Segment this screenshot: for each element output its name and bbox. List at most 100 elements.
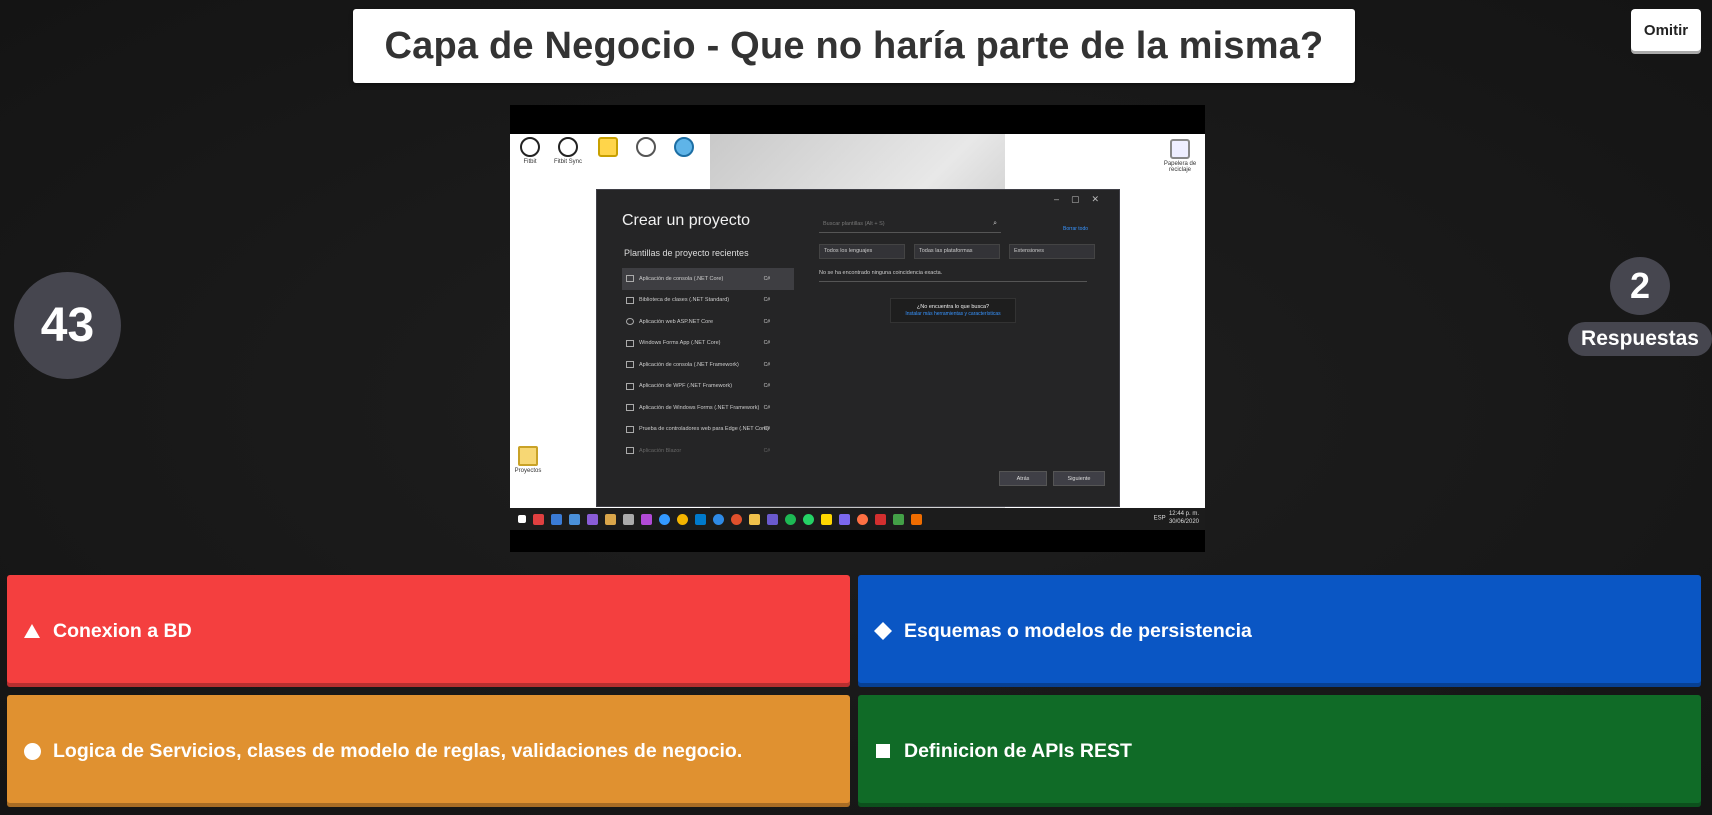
search-placeholder: Buscar plantillas (Alt + S) [823,221,885,227]
globe-icon [626,318,634,326]
app-icon [605,513,616,525]
template-lang: C# [763,404,770,411]
template-name: Aplicación de WPF (.NET Framework) [639,383,733,390]
app-icon [893,513,904,525]
desktop-icon [628,137,664,159]
answer-option-triangle[interactable]: Conexion a BD [7,575,850,687]
visual-studio-icon [767,513,778,525]
fitbit-icon [520,137,540,157]
triangle-icon [23,622,41,640]
help-link: Instalar más herramientas y característi… [905,311,1001,317]
template-lang: C# [763,318,770,325]
mail-icon [551,513,562,525]
desktop-icon: Proyectos [510,446,546,474]
console-icon [626,361,634,369]
desktop-icon: Fitbit Sync [550,137,586,165]
window-icon [626,382,634,390]
desktop-icon [666,137,702,159]
app-icon [623,513,634,525]
answer-option-square[interactable]: Definicion de APIs REST [858,695,1701,807]
next-button: Siguiente [1053,471,1105,486]
answer-text: Conexion a BD [53,619,192,642]
tray-date: 30/06/2020 [1168,519,1199,525]
window-icon [626,339,634,347]
console-icon [626,275,634,283]
app-icon [911,513,922,525]
list-item: Aplicación de Windows Forms (.NET Framew… [622,397,794,419]
question-bar: Capa de Negocio - Que no haría parte de … [353,9,1355,83]
tray-clock: 12:44 p. m. 30/06/2020 [1169,510,1199,526]
tray-lang: ESP [1153,515,1166,522]
whatsapp-icon [803,513,814,525]
chrome-icon [677,513,688,525]
fitbit-sync-icon [558,137,578,157]
desktop-icon-label: Fitbit [523,159,537,165]
desktop-icon [590,137,626,159]
opera-icon [731,513,742,525]
tray-time: 12:44 p. m. [1168,511,1199,517]
windows-taskbar: ESP 12:44 p. m. 30/06/2020 [510,508,1205,530]
list-item: Windows Forms App (.NET Core) C# [622,333,794,355]
vscode-icon [695,513,706,525]
diamond-icon [874,622,892,640]
visual-studio-icon [641,513,652,525]
browser-icon [713,513,724,525]
template-name: Biblioteca de clases (.NET Standard) [639,297,730,304]
answer-text: Esquemas o modelos de persistencia [904,619,1252,642]
list-item: Aplicación web ASP.NET Core C# [622,311,794,333]
window-controls: –▢✕ [1053,194,1111,204]
desktop-icon-label: Papelera de reciclaje [1163,161,1197,173]
timer-value: 43 [40,299,95,352]
template-lang: C# [763,426,770,433]
system-tray: ESP 12:44 p. m. 30/06/2020 [1154,510,1199,526]
app-icon [569,513,580,525]
template-lang: C# [763,275,770,282]
list-item: Aplicación de WPF (.NET Framework) C# [622,376,794,398]
skip-button[interactable]: Omitir [1631,9,1701,51]
desktop-screenshot: Fitbit Fitbit Sync Papelera de reciclaje… [510,134,1205,508]
answers-count-badge: 2 [1610,257,1670,315]
template-name: Aplicación Blazor [639,447,682,454]
app-icon [857,513,868,525]
template-name: Windows Forms App (.NET Core) [639,340,721,347]
window-icon [626,404,634,412]
recycle-bin-icon [1170,139,1190,159]
square-icon [874,742,892,760]
back-button: Atrás [999,471,1047,486]
search-icon: ⌕ [993,220,997,227]
blazor-icon [626,447,634,455]
library-icon [626,296,634,304]
countdown-timer: 43 [14,272,121,379]
desktop-icon-label: Fitbit Sync [553,159,582,165]
explorer-icon [749,513,760,525]
platform-filter: Todas las plataformas [914,244,1000,259]
answer-option-circle[interactable]: Logica de Servicios, clases de modelo de… [7,695,850,807]
desktop-icon: Fitbit [512,137,548,165]
template-name: Prueba de controladores web para Edge (.… [639,426,769,433]
template-name: Aplicación de consola (.NET Core) [639,275,724,282]
help-title: ¿No encuentra lo que busca? [916,304,990,310]
spotify-icon [785,513,796,525]
list-item: Prueba de controladores web para Edge (.… [622,419,794,441]
desktop-icon-label: Proyectos [514,468,542,474]
answer-text: Logica de Servicios, clases de modelo de… [53,739,743,762]
template-lang: C# [763,383,770,390]
answers-count-label: Respuestas [1568,322,1712,356]
template-name: Aplicación de consola (.NET Framework) [639,361,739,368]
extensions-filter: Extensiones [1009,244,1095,259]
answers-count-value: 2 [1629,265,1651,306]
template-name: Aplicación de Windows Forms (.NET Framew… [639,404,760,411]
list-item: Biblioteca de clases (.NET Standard) C# [622,290,794,312]
filezilla-icon [875,513,886,525]
visual-studio-icon [839,513,850,525]
template-lang: C# [763,340,770,347]
dialog-subtitle: Plantillas de proyecto recientes [624,248,749,258]
answer-option-diamond[interactable]: Esquemas o modelos de persistencia [858,575,1701,687]
create-project-dialog: –▢✕ Crear un proyecto Plantillas de proy… [596,189,1120,507]
browser-icon [659,513,670,525]
folder-icon [518,446,538,466]
no-results-text: No se ha encontrado ninguna coincidencia… [819,270,1087,282]
user-icon [636,137,656,157]
clear-all-link: Borrar todo [1063,226,1089,232]
language-filter: Todos los lenguajes [819,244,905,259]
